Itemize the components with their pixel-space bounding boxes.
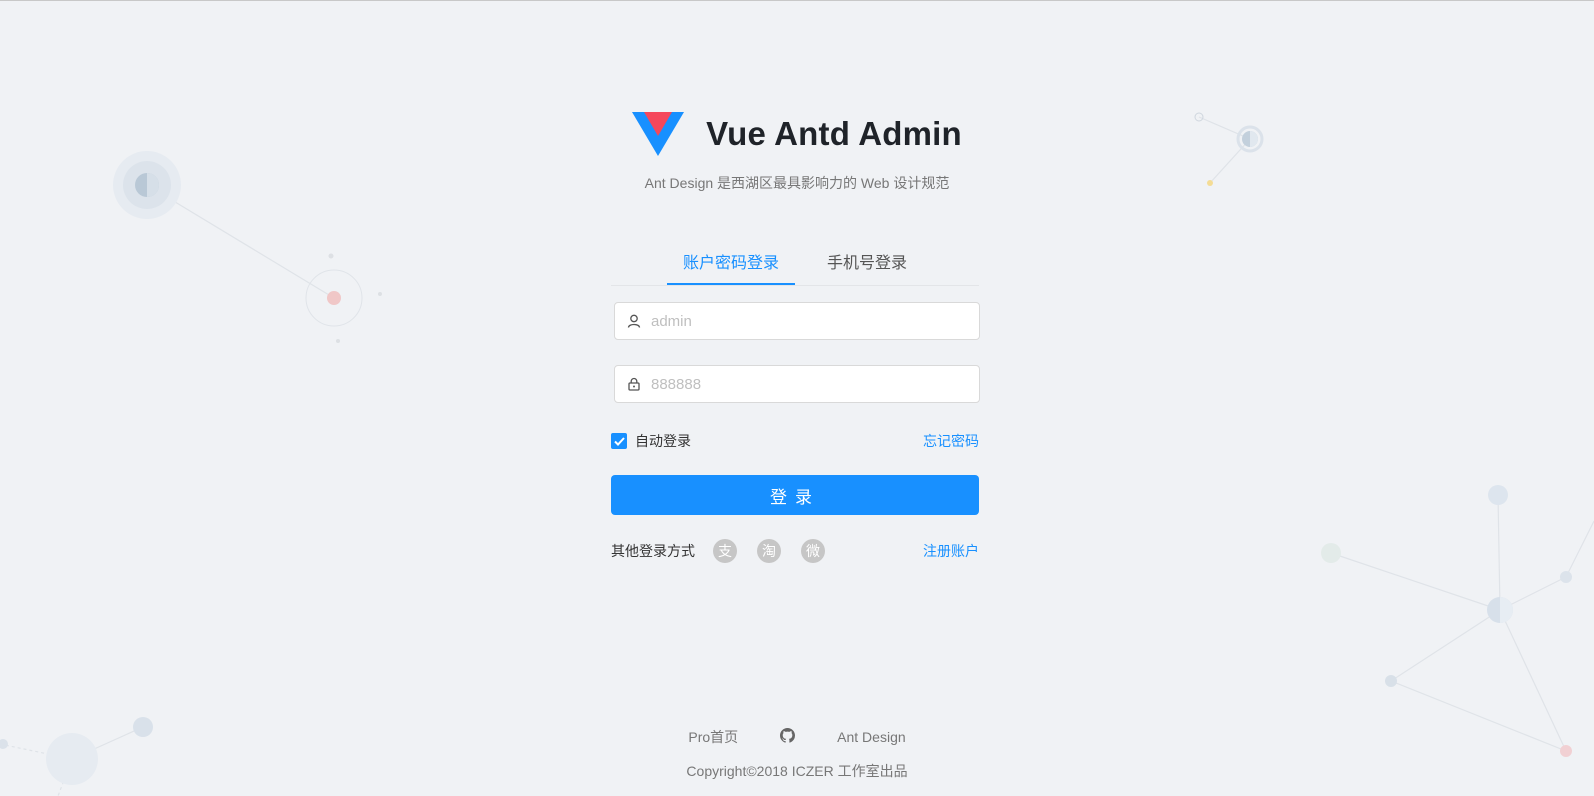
password-field[interactable]: [614, 365, 980, 403]
login-button[interactable]: 登录: [611, 475, 979, 515]
footer-link-pro[interactable]: Pro首页: [688, 727, 738, 747]
tab-phone-login[interactable]: 手机号登录: [811, 237, 923, 285]
login-options: 自动登录 忘记密码: [611, 431, 979, 451]
password-input[interactable]: [649, 374, 979, 394]
weibo-icon[interactable]: 微: [801, 539, 825, 563]
checkbox-checked-icon[interactable]: [611, 433, 627, 449]
app-title: Vue Antd Admin: [706, 115, 962, 152]
header: Vue Antd Admin Ant Design 是西湖区最具影响力的 Web…: [0, 109, 1594, 193]
footer-link-ant-design[interactable]: Ant Design: [837, 729, 905, 745]
taobao-icon[interactable]: 淘: [757, 539, 781, 563]
tab-account-login[interactable]: 账户密码登录: [666, 237, 795, 285]
github-icon[interactable]: [780, 728, 796, 746]
vue-logo-icon: [632, 112, 685, 156]
login-panel: 账户密码登录 手机号登录 自动登录 忘记密码 登录 其他登录方式 支 淘 微 注…: [611, 237, 980, 563]
lock-icon: [627, 376, 643, 392]
app-description: Ant Design 是西湖区最具影响力的 Web 设计规范: [644, 175, 950, 191]
other-login-methods: 其他登录方式 支 淘 微 注册账户: [611, 539, 979, 563]
forgot-password-link[interactable]: 忘记密码: [923, 431, 979, 451]
login-tabs: 账户密码登录 手机号登录: [611, 237, 979, 286]
username-input[interactable]: [649, 311, 979, 331]
auto-login-label: 自动登录: [635, 433, 691, 449]
copyright-text: Copyright©2018 ICZER 工作室出品: [686, 763, 908, 779]
footer: Pro首页 Ant Design Copyright©2018 ICZER 工作…: [0, 727, 1594, 781]
other-login-label: 其他登录方式: [611, 543, 695, 559]
user-icon: [627, 313, 643, 329]
username-field[interactable]: [614, 302, 980, 340]
footer-links: Pro首页 Ant Design: [0, 727, 1594, 747]
brand: Vue Antd Admin: [0, 109, 1594, 159]
register-link[interactable]: 注册账户: [923, 541, 979, 561]
alipay-icon[interactable]: 支: [713, 539, 737, 563]
auto-login-checkbox[interactable]: 自动登录: [611, 431, 691, 451]
